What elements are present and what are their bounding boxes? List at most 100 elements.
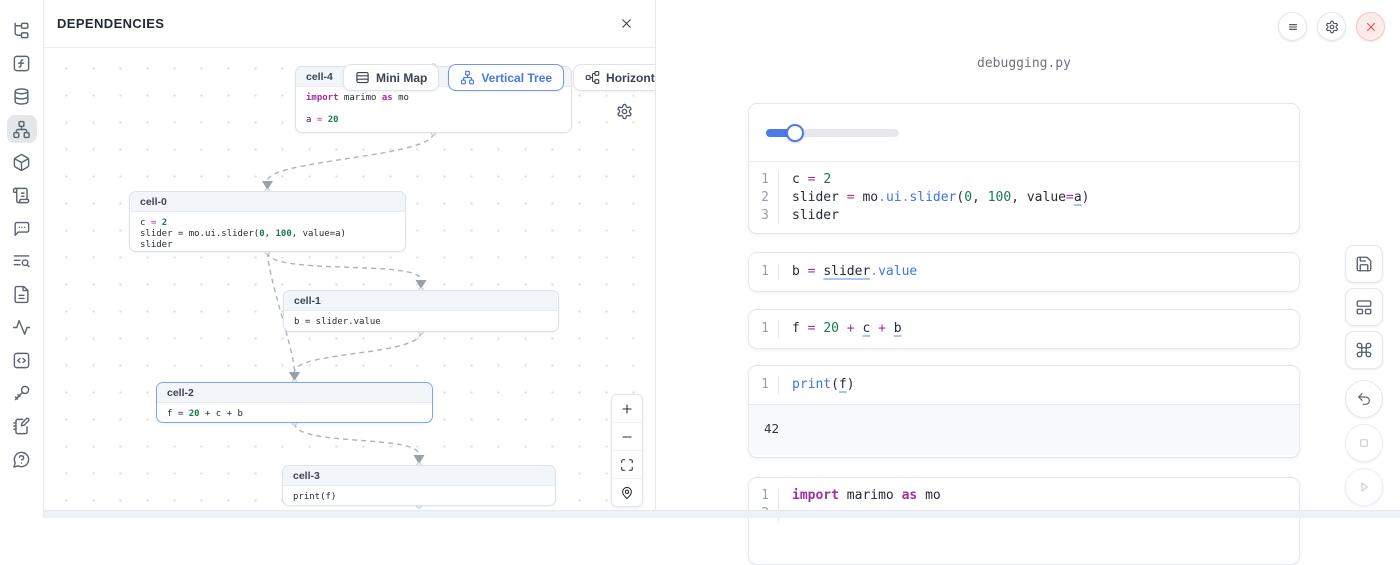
graph-node-cell-3[interactable]: cell-3print(f) bbox=[282, 465, 556, 506]
sidebar-item-file-tree[interactable] bbox=[7, 16, 37, 44]
vertical-tree-icon bbox=[460, 70, 475, 85]
shortcuts-button[interactable] bbox=[1345, 331, 1383, 369]
sidebar-item-help[interactable] bbox=[7, 445, 37, 473]
graph-node-cell-1[interactable]: cell-1b = slider.value bbox=[283, 290, 559, 332]
line-number: 1 bbox=[749, 376, 779, 394]
code-line: 1import marimo as mo bbox=[749, 487, 1299, 505]
shutdown-button[interactable] bbox=[1356, 12, 1385, 41]
sidebar-item-function-square[interactable] bbox=[7, 49, 37, 77]
notebook-top-actions bbox=[1278, 12, 1385, 41]
sidebar-item-code-snippets[interactable] bbox=[7, 346, 37, 374]
view-button-label: Horizontal Tree bbox=[606, 71, 655, 85]
zoom-out-button[interactable] bbox=[612, 423, 642, 451]
dependencies-header: DEPENDENCIES bbox=[44, 0, 655, 48]
code-line: f = 20 + c + b bbox=[167, 409, 422, 420]
graph-node-cell-2[interactable]: cell-2 f = 20 + c + b bbox=[156, 382, 433, 423]
run-button[interactable] bbox=[1345, 468, 1383, 506]
sidebar-item-activity[interactable] bbox=[7, 313, 37, 341]
notebook-run-controls bbox=[1345, 380, 1383, 506]
cell-editor[interactable]: 1c = 22slider = mo.ui.slider(0, 100, val… bbox=[749, 162, 1299, 234]
layout-button[interactable] bbox=[1345, 288, 1383, 326]
node-code: c = 2slider = mo.ui.slider(0, 100, value… bbox=[130, 212, 405, 252]
code-text: slider bbox=[779, 207, 839, 225]
close-icon bbox=[1364, 20, 1378, 34]
dependencies-panel: DEPENDENCIES cell-4import marimo as moa … bbox=[44, 0, 656, 518]
notebook-filename: debugging.py bbox=[748, 56, 1300, 71]
code-line: print(f) bbox=[293, 492, 545, 503]
layout-icon bbox=[1355, 298, 1373, 316]
code-line: import marimo as mo bbox=[306, 93, 561, 104]
code-text: b = slider.value bbox=[779, 263, 917, 281]
zoom-controls bbox=[611, 394, 643, 507]
play-icon bbox=[1356, 479, 1372, 495]
key-icon bbox=[12, 384, 31, 403]
sidebar-item-document[interactable] bbox=[7, 280, 37, 308]
code-line: 1b = slider.value bbox=[749, 263, 1299, 281]
rows-icon bbox=[355, 70, 370, 85]
view-button-label: Vertical Tree bbox=[481, 71, 552, 85]
graph-settings-icon[interactable] bbox=[616, 103, 633, 120]
stop-button[interactable] bbox=[1345, 424, 1383, 462]
close-icon[interactable] bbox=[616, 14, 636, 34]
node-code: b = slider.value bbox=[284, 311, 558, 332]
sidebar-item-package-box[interactable] bbox=[7, 148, 37, 176]
code-text: print(f) bbox=[779, 376, 855, 394]
document-icon bbox=[12, 285, 31, 304]
graph-view-toolbar: Mini Map Vertical Tree Horizontal Tree bbox=[343, 64, 655, 91]
line-number: 1 bbox=[749, 320, 779, 338]
notebook-action-panel bbox=[1345, 245, 1383, 369]
code-line: slider = mo.ui.slider(0, 100, value=a) bbox=[140, 229, 395, 240]
code-text: f = 20 + c + b bbox=[779, 320, 902, 338]
cell-b: 1b = slider.value bbox=[748, 252, 1300, 292]
slider-knob[interactable] bbox=[786, 124, 804, 142]
sidebar-item-chat[interactable] bbox=[7, 214, 37, 242]
sidebar-item-text-search[interactable] bbox=[7, 247, 37, 275]
code-text: import marimo as mo bbox=[779, 487, 941, 505]
slider-widget[interactable] bbox=[766, 129, 899, 137]
notebook-area: debugging.py 1c = 22slider = mo.ui.slide… bbox=[657, 0, 1400, 518]
code-line bbox=[306, 104, 561, 115]
settings-button[interactable] bbox=[1317, 12, 1346, 41]
icon-sidebar bbox=[0, 0, 44, 518]
file-tree-icon bbox=[12, 21, 31, 40]
code-line: b = slider.value bbox=[294, 317, 548, 328]
view-button-horizontal-tree[interactable]: Horizontal Tree bbox=[573, 64, 655, 91]
save-button[interactable] bbox=[1345, 245, 1383, 283]
dependency-graph-canvas[interactable]: cell-4import marimo as moa = 20cell-0c =… bbox=[44, 48, 655, 518]
sidebar-item-key[interactable] bbox=[7, 379, 37, 407]
cell-editor[interactable]: 1import marimo as mo2 bbox=[749, 478, 1299, 532]
bottom-scrollbar[interactable] bbox=[44, 510, 1400, 518]
cell-editor[interactable]: 1b = slider.value bbox=[749, 253, 1299, 291]
code-snippets-icon bbox=[12, 351, 31, 370]
sidebar-item-scratchpad[interactable] bbox=[7, 412, 37, 440]
code-text: c = 2 bbox=[779, 171, 831, 189]
code-line: 1print(f) bbox=[749, 376, 1299, 394]
database-icon bbox=[12, 87, 31, 106]
command-icon bbox=[1355, 341, 1373, 359]
menu-button[interactable] bbox=[1278, 12, 1307, 41]
view-button-mini-map[interactable]: Mini Map bbox=[343, 64, 439, 91]
view-button-vertical-tree[interactable]: Vertical Tree bbox=[448, 64, 564, 91]
horizontal-tree-icon bbox=[585, 70, 600, 85]
node-code: f = 20 + c + b bbox=[157, 403, 432, 423]
cell-editor[interactable]: 1f = 20 + c + b bbox=[749, 310, 1299, 348]
sidebar-item-database[interactable] bbox=[7, 82, 37, 110]
center-selection-button[interactable] bbox=[612, 479, 642, 506]
undo-button[interactable] bbox=[1345, 380, 1383, 418]
cell-output: 42 bbox=[749, 404, 1299, 455]
sidebar-item-scroll[interactable] bbox=[7, 181, 37, 209]
node-title: cell-2 bbox=[157, 383, 432, 403]
sidebar-item-dependency-graph[interactable] bbox=[7, 115, 37, 143]
chat-icon bbox=[12, 219, 31, 238]
zoom-in-button[interactable] bbox=[612, 395, 642, 423]
fit-view-button[interactable] bbox=[612, 451, 642, 479]
plus-icon bbox=[620, 402, 634, 416]
function-square-icon bbox=[12, 54, 31, 73]
graph-node-cell-0[interactable]: cell-0c = 2slider = mo.ui.slider(0, 100,… bbox=[129, 191, 406, 252]
text-search-icon bbox=[12, 252, 31, 271]
slider-output bbox=[749, 104, 1299, 162]
gear-icon bbox=[1325, 20, 1339, 34]
cell-editor[interactable]: 1print(f) bbox=[749, 366, 1299, 404]
save-icon bbox=[1355, 255, 1373, 273]
view-button-label: Mini Map bbox=[376, 71, 427, 85]
